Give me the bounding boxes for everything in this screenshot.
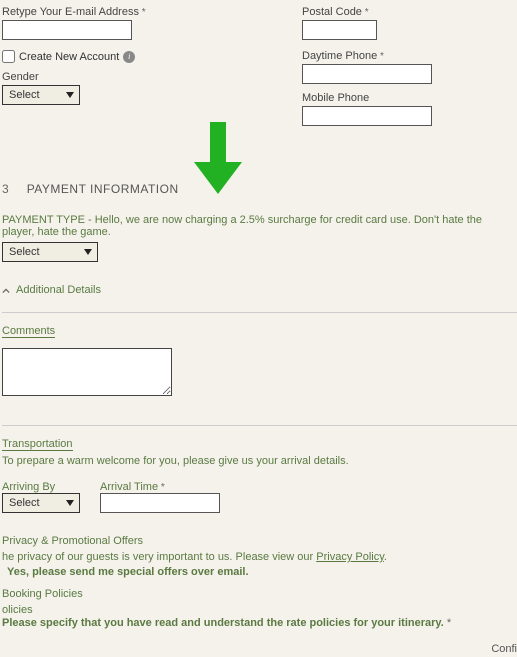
payment-type-select[interactable]: Select (2, 242, 98, 262)
daytime-phone-input[interactable] (302, 64, 432, 84)
create-account-checkbox[interactable] (2, 50, 15, 63)
chevron-down-icon (83, 247, 93, 257)
arriving-by-select-value: Select (9, 497, 40, 509)
postal-code-input[interactable] (302, 20, 377, 40)
comments-textarea[interactable] (2, 348, 172, 396)
gender-select[interactable]: Select (2, 85, 80, 105)
mobile-phone-label: Mobile Phone (302, 92, 369, 104)
booking-policies-sub: olicies (2, 604, 517, 616)
chevron-down-icon (65, 498, 75, 508)
privacy-text-a: he privacy of our guests is very importa… (2, 551, 316, 563)
section-number: 3 (2, 182, 9, 196)
postal-code-label: Postal Code (302, 6, 369, 18)
arriving-by-label: Arriving By (2, 481, 55, 493)
divider (2, 425, 517, 426)
arrival-time-input[interactable] (100, 493, 220, 513)
privacy-text-b: . (384, 551, 387, 563)
booking-policies-title: Booking Policies (2, 588, 517, 600)
section-title-payment: PAYMENT INFORMATION (27, 182, 179, 196)
gender-label: Gender (2, 71, 39, 83)
payment-type-select-value: Select (9, 246, 40, 258)
arrival-time-label: Arrival Time (100, 481, 165, 493)
booking-policies-line: Please specify that you have read and un… (2, 617, 444, 629)
footer-confi: Confi (491, 643, 517, 655)
privacy-title: Privacy & Promotional Offers (2, 535, 517, 547)
mobile-phone-input[interactable] (302, 106, 432, 126)
gender-select-value: Select (9, 89, 40, 101)
daytime-phone-label: Daytime Phone (302, 50, 384, 62)
chevron-down-icon (65, 90, 75, 100)
retype-email-label: Retype Your E-mail Address (2, 6, 146, 18)
chevron-up-icon[interactable] (2, 287, 10, 295)
comments-label: Comments (2, 325, 55, 338)
payment-type-note: PAYMENT TYPE - Hello, we are now chargin… (2, 214, 517, 238)
transportation-title: Transportation (2, 438, 73, 451)
transportation-note: To prepare a warm welcome for you, pleas… (2, 455, 517, 467)
offers-checkbox-label: Yes, please send me special offers over … (7, 566, 249, 578)
create-account-label: Create New Account (19, 51, 119, 63)
additional-details-title[interactable]: Additional Details (16, 284, 101, 296)
divider (2, 312, 517, 313)
info-icon[interactable]: i (123, 51, 135, 63)
retype-email-input[interactable] (2, 20, 132, 40)
privacy-policy-link[interactable]: Privacy Policy (316, 551, 384, 563)
arriving-by-select[interactable]: Select (2, 493, 80, 513)
